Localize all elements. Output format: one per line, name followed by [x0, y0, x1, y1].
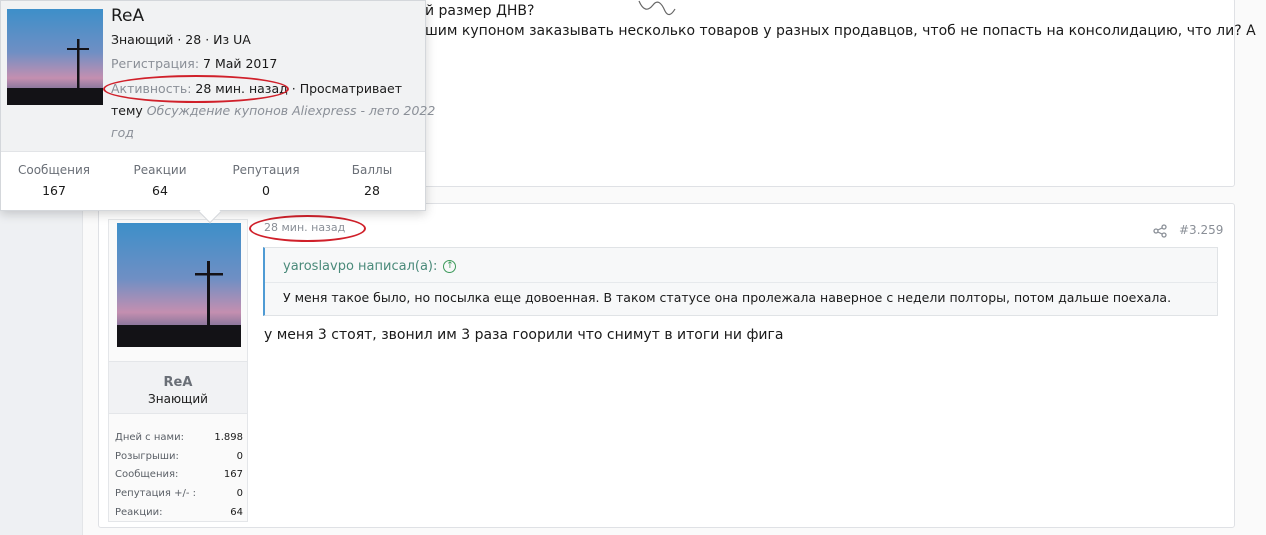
user-title: Знающий: [148, 392, 208, 406]
user-stat-label: Дней с нами:: [115, 431, 184, 443]
tooltip-stat-value: 0: [262, 183, 270, 198]
user-stat-value: 0: [236, 450, 243, 462]
user-stat-value: 167: [223, 469, 243, 481]
quote-divider: [265, 282, 1218, 283]
tooltip-avatar[interactable]: [7, 9, 103, 105]
tooltip-topic-link[interactable]: Обсуждение купонов Aliexpress - лето 202…: [147, 103, 436, 118]
tooltip-stat-value: 167: [42, 183, 66, 198]
quote-text: У меня такое было, но посылка еще довоен…: [283, 290, 1172, 305]
tooltip-topic-link-cont[interactable]: год: [111, 125, 134, 140]
tooltip-stat-label: Реакции: [133, 163, 187, 177]
previous-message-line: шим купоном заказывать несколько товаров…: [425, 23, 1256, 39]
user-stat-label: Реакции:: [115, 506, 163, 518]
tooltip-user-info: Знающий · 28 · Из UA: [111, 32, 251, 47]
user-stat-value: 0: [236, 487, 243, 499]
tooltip-stat: Реакции 64: [107, 152, 213, 211]
user-stat-label: Сообщения:: [115, 469, 179, 481]
tooltip-registration-value: 7 Май 2017: [203, 56, 278, 71]
tooltip-stat-label: Сообщения: [17, 163, 90, 177]
tooltip-stat: Баллы 28: [319, 152, 425, 211]
tooltip-topic-prefix: тему: [111, 103, 143, 118]
tooltip-stats: Сообщения 167 Реакции 64 Репутация 0 Бал…: [1, 151, 425, 211]
user-stats: Дней с нами: 1.898 Розыгрыши: 0 Сообщени…: [115, 428, 243, 521]
user-stat-value: 1.898: [214, 431, 243, 443]
quote-header[interactable]: yaroslavpo написал(а): ↑: [283, 259, 457, 274]
post-body: у меня 3 стоят, звонил им 3 раза гоорили…: [264, 327, 784, 343]
tooltip-registration: Регистрация: 7 Май 2017: [111, 56, 277, 71]
user-stat-row: Розыгрыши: 0: [115, 447, 243, 466]
post-number[interactable]: #3.259: [1179, 223, 1223, 237]
user-stat-row: Дней с нами: 1.898: [115, 428, 243, 447]
tooltip-stat-value: 64: [152, 183, 168, 198]
tooltip-stat: Сообщения 167: [1, 152, 107, 211]
tooltip-header: ReA Знающий · 28 · Из UA Регистрация: 7 …: [1, 1, 435, 151]
tooltip-stat-label: Репутация: [232, 163, 300, 177]
doodle-icon: [638, 0, 676, 16]
arrow-up-circle-icon[interactable]: ↑: [443, 260, 457, 273]
tooltip-registration-label: Регистрация:: [111, 56, 200, 71]
user-stat-row: Сообщения: 167: [115, 465, 243, 484]
user-stat-label: Розыгрыши:: [115, 450, 179, 462]
quote-block: yaroslavpo написал(а): ↑ У меня такое бы…: [263, 247, 1218, 316]
tooltip-stat-label: Баллы: [351, 163, 393, 177]
user-stat-value: 64: [230, 506, 243, 518]
tooltip-topic: тему Обсуждение купонов Aliexpress - лет…: [111, 103, 435, 118]
user-stat-row: Реакции: 64: [115, 503, 243, 522]
user-stat-row: Репутация +/- : 0: [115, 484, 243, 503]
message: ReA Знающий Дней с нами: 1.898 Розыгрыши…: [98, 203, 1235, 528]
user-tooltip: ReA Знающий · 28 · Из UA Регистрация: 7 …: [0, 0, 435, 211]
share-icon[interactable]: [1153, 224, 1167, 238]
user-name-box: ReA Знающий: [109, 361, 247, 414]
tooltip-user-name[interactable]: ReA: [111, 6, 144, 26]
tooltip-stat: Репутация 0: [213, 152, 319, 211]
user-name[interactable]: ReA: [109, 375, 247, 390]
tooltip-stat-value: 28: [364, 183, 380, 198]
previous-message-line: й размер ДНВ?: [425, 3, 535, 19]
user-stat-label: Репутация +/- :: [115, 487, 196, 499]
message-user-cell: ReA Знающий Дней с нами: 1.898 Розыгрыши…: [108, 219, 248, 522]
highlight-ellipse: [103, 75, 289, 103]
tooltip-activity-suffix: · Просматривает: [291, 81, 402, 96]
user-avatar[interactable]: [117, 223, 241, 347]
quote-author[interactable]: yaroslavpo написал(а):: [283, 259, 437, 274]
highlight-ellipse: [249, 215, 366, 242]
